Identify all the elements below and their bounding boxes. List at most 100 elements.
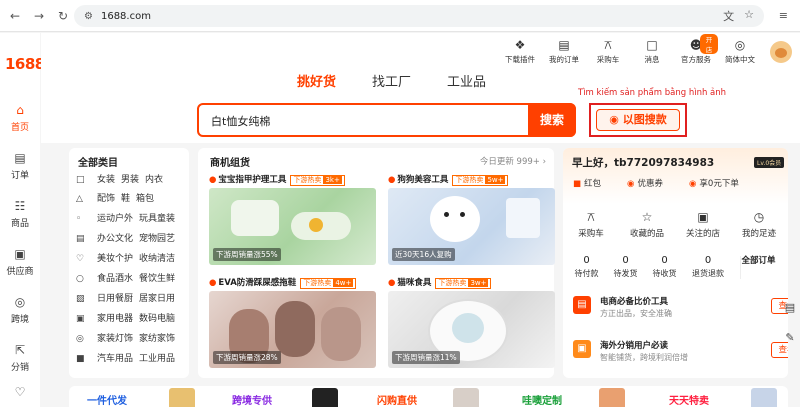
category-link[interactable]: 运动户外 [97,214,133,224]
sidebar-item-orders[interactable]: ▤ 订单 [0,151,40,181]
asset-discount[interactable]: ◉ 享0元下单 [689,177,739,189]
promo-thumb[interactable] [751,388,777,407]
tool-item[interactable]: ▤ 电商必备比价工具 方正出品，安全准确 查看 [571,293,788,330]
topnav-official-service[interactable]: 开店 ☻ 官方服务 [674,34,718,65]
open-store-badge[interactable]: 开店 [700,34,718,54]
topnav-label: 官方服务 [681,55,711,64]
order-count: 0 [704,255,712,266]
search-button[interactable]: 搜索 [528,103,576,137]
product-image[interactable]: 下游周销量涨11% [388,291,555,368]
order-pending-receipt[interactable]: 0 待收货 [645,255,684,279]
promo-label: 一件代发 [87,396,127,407]
sidebar-item-crossborder[interactable]: ◎ 跨境 [0,295,40,325]
category-link[interactable]: 工业用品 [139,354,175,364]
message-icon: □ [646,38,658,52]
reload-icon[interactable]: ↻ [54,7,72,25]
category-link[interactable]: 箱包 [136,194,154,204]
edit-icon[interactable]: ✎ [781,331,799,351]
search-input[interactable]: 白t恤女纯棉 [211,113,270,129]
sidebar-item-distribution[interactable]: ⇱ 分销 [0,343,40,373]
update-count[interactable]: 今日更新 999+ › [480,155,546,167]
category-link[interactable]: 宠物园艺 [139,234,175,244]
promo-custom[interactable]: 哇噢定制 [522,392,562,407]
order-pending-shipment[interactable]: 0 待发货 [606,255,645,279]
quick-footprint[interactable]: ◷ 我的足迹 [731,210,787,239]
category-link[interactable]: 汽车用品 [97,354,133,364]
topnav-language[interactable]: ◎ 简体中文 [718,37,762,65]
extensions-icon[interactable]: ≡ [779,9,788,22]
order-refund[interactable]: 0 退货退款 [684,255,732,279]
avatar[interactable] [770,41,792,63]
quick-favorites[interactable]: ☆ 收藏的品 [619,210,675,239]
category-link[interactable]: 家装灯饰 [97,334,133,344]
promo-thumb[interactable] [312,388,338,407]
promo-thumb[interactable] [599,388,625,407]
sidebar-item-products[interactable]: ☷ 商品 [0,199,40,229]
product-image[interactable]: 下游周销量涨55% [209,188,376,265]
product-card[interactable]: ● 宝宝指甲护理工具 下游热卖 3k+ 下游周销量涨55% [209,173,376,265]
url-text[interactable]: 1688.com [101,11,151,22]
category-link[interactable]: 数码电脑 [139,314,175,324]
tab-find-factory[interactable]: 找工厂 [372,71,411,90]
category-link[interactable]: 居家日用 [139,294,175,304]
product-name-row: ● EVA防滑踩屎感拖鞋 下游热卖 4w+ [209,276,376,289]
sidebar-item-label: 分销 [10,363,29,373]
quick-cart[interactable]: ⚻ 采购车 [563,210,619,239]
all-orders-link[interactable]: 全部订单 [740,256,776,279]
promo-thumb[interactable] [453,388,479,407]
address-bar[interactable]: ⚙ 1688.com 文 ☆ [74,5,764,27]
topnav-messages[interactable]: □ 消息 [630,37,674,65]
category-link[interactable]: 办公文化 [97,234,133,244]
category-link[interactable]: 配饰 [97,194,115,204]
category-link[interactable]: 玩具童装 [139,214,175,224]
category-link[interactable]: 食品酒水 [97,274,133,284]
back-icon[interactable]: ← [6,7,24,25]
camera-icon: ◉ [609,113,619,126]
category-link[interactable]: 鞋 [121,194,130,204]
category-link[interactable]: 日用餐厨 [97,294,133,304]
promo-thumb[interactable] [169,388,195,407]
search-box: 白t恤女纯棉 搜索 [197,103,576,137]
product-card[interactable]: ● EVA防滑踩屎感拖鞋 下游热卖 4w+ 下游周销量涨28% [209,276,376,368]
topnav-download-plugin[interactable]: ❖ 下载插件 [498,37,542,65]
category-link[interactable]: 餐饮生鲜 [139,274,175,284]
category-link[interactable]: 家用电器 [97,314,133,324]
tab-industrial[interactable]: 工业品 [447,71,486,90]
product-image[interactable]: 近30天16人复购 [388,188,555,265]
asset-redpacket[interactable]: ■ 红包 [573,177,601,189]
asset-label: 红包 [584,179,602,189]
category-link[interactable]: 收纳清洁 [139,254,175,264]
promo-dropship[interactable]: 一件代发 [87,392,127,407]
sidebar-item-more[interactable]: ♡ [0,385,40,402]
order-pending-payment[interactable]: 0 待付款 [567,255,606,279]
quick-followed-stores[interactable]: ▣ 关注的店 [675,210,731,239]
promo-daily-deal[interactable]: 天天特卖 [669,392,709,407]
product-card[interactable]: ● 狗狗美容工具 下游热卖 5w+ 近30天16人复购 [388,173,555,265]
cart-icon: ⚻ [587,210,595,224]
sidebar-item-suppliers[interactable]: ▣ 供应商 [0,247,40,277]
category-link[interactable]: 内衣 [145,175,163,185]
site-info-icon[interactable]: ⚙ [84,11,93,22]
forward-icon[interactable]: → [30,7,48,25]
tool-item[interactable]: ▣ 海外分销用户必读 智能铺货，跨境利润倍增 查看 [571,337,788,374]
category-link[interactable]: 家纺家饰 [139,334,175,344]
asset-coupon[interactable]: ◉ 优惠券 [627,177,663,189]
tab-pick-goods[interactable]: 挑好货 [297,71,336,90]
topnav-my-orders[interactable]: ▤ 我的订单 [542,37,586,65]
category-link[interactable]: 美妆个护 [97,254,133,264]
product-image[interactable]: 下游周销量涨28% [209,291,376,368]
product-name-row: ● 宝宝指甲护理工具 下游热卖 3k+ [209,173,376,186]
category-link[interactable]: 女装 [97,175,115,185]
sidebar-item-home[interactable]: ⌂ 首页 [0,103,40,133]
vip-badge[interactable]: Lv.0会员 [754,157,785,168]
topnav-cart[interactable]: ⚻ 采购车 [586,37,630,65]
logo[interactable]: 1688 [5,55,45,73]
category-link[interactable]: 男装 [121,175,139,185]
promo-crossborder[interactable]: 跨境专供 [232,392,272,407]
image-search-button[interactable]: ◉ 以图搜款 [596,109,680,131]
translate-icon[interactable]: 文 [723,8,734,24]
bookmark-star-icon[interactable]: ☆ [744,8,754,24]
note-icon[interactable]: ▤ [781,301,799,321]
product-card[interactable]: ● 猫咪食具 下游热卖 3w+ 下游周销量涨11% [388,276,555,368]
promo-flash[interactable]: 闪购直供 [377,392,417,407]
